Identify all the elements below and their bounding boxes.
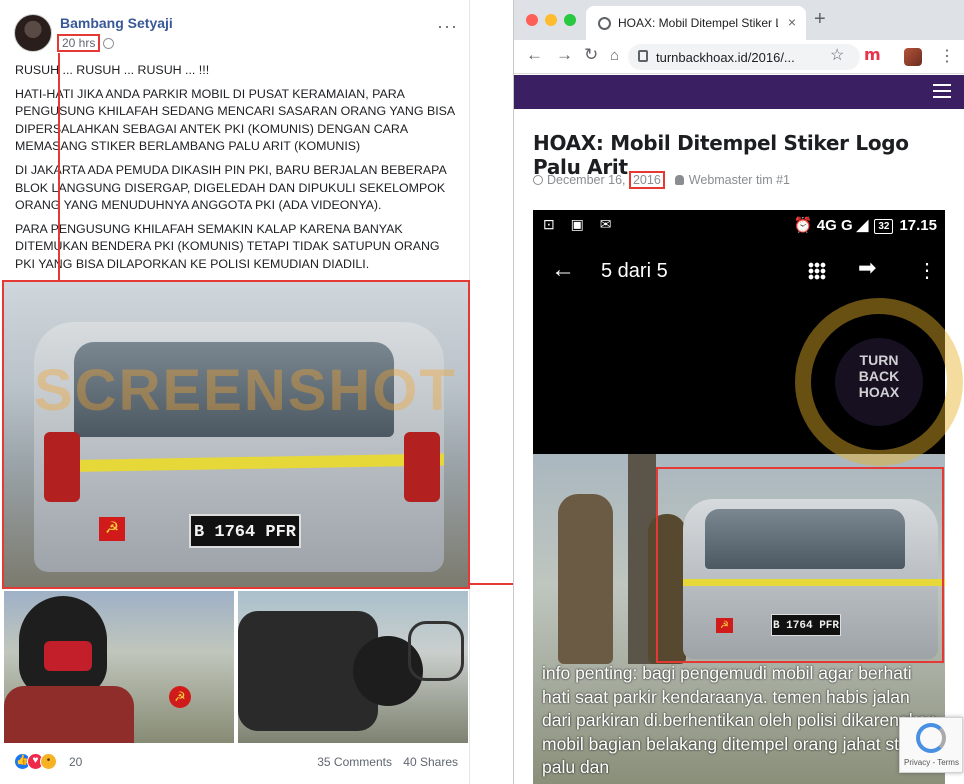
battery-icon: 32 — [874, 219, 894, 234]
post-paragraph: HATI-HATI JIKA ANDA PARKIR MOBIL DI PUSA… — [15, 86, 455, 154]
address-bar[interactable]: turnbackhoax.id/2016/... — [628, 44, 860, 70]
post-footer: 👍 ♥ • 20 35 Comments 40 Shares — [14, 752, 458, 774]
post-paragraph: PARA PENGUSUNG KHILAFAH SEMAKIN KALAP KA… — [15, 221, 440, 271]
lock-icon — [638, 50, 648, 62]
maximize-window-button[interactable] — [564, 14, 576, 26]
user-icon — [674, 175, 684, 185]
status-right: ⏰ 4G G ◢ 32 17.15 — [794, 216, 937, 234]
phone-caption: info penting: bagi pengemudi mobil agar … — [542, 663, 937, 777]
wow-reaction-icon[interactable]: • — [40, 753, 57, 770]
notification-icons: ⊡ ▣ ✉ — [543, 216, 618, 232]
hammer-sickle-pin-icon: ☭ — [169, 686, 191, 708]
close-tab-icon[interactable]: × — [788, 14, 796, 30]
article-year-highlight: 2016 — [628, 171, 665, 189]
post-text: RUSUH ... RUSUH ... RUSUH ... !!! HATI-H… — [15, 62, 460, 280]
post-paragraph: RUSUH ... RUSUH ... RUSUH ... !!! — [15, 63, 210, 77]
back-arrow-icon[interactable]: ← — [526, 45, 543, 65]
photo-highlight-frame — [2, 280, 470, 589]
gallery-counter: 5 dari 5 — [601, 260, 668, 282]
reload-icon[interactable]: ↻ — [584, 45, 598, 65]
network-status: ⏰ 4G G ◢ — [793, 217, 869, 234]
url-text[interactable]: turnbackhoax.id/2016/... — [656, 50, 795, 65]
connector-line-time — [58, 53, 60, 281]
shares-count[interactable]: 40 Shares — [403, 755, 458, 769]
forward-arrow-icon[interactable]: → — [556, 45, 573, 65]
article-date: December 16, — [547, 173, 629, 187]
home-icon[interactable]: ⌂ — [610, 47, 619, 64]
comments-count[interactable]: 35 Comments — [317, 755, 392, 769]
phone-photo-highlight-frame — [656, 467, 944, 663]
wall-graffiti — [408, 621, 464, 681]
globe-icon — [598, 17, 611, 30]
hamburger-menu-icon[interactable] — [933, 84, 951, 98]
post-header: Bambang Setyaji 20 hrs ··· — [14, 14, 464, 54]
recaptcha-links[interactable]: Privacy - Terms — [904, 758, 959, 767]
tab-turnbackhoax[interactable]: HOAX: Mobil Ditempel Stiker Lo × — [586, 6, 806, 40]
bookmark-star-icon[interactable]: ☆ — [830, 45, 844, 65]
post-stats: 35 Comments 40 Shares — [309, 755, 458, 769]
recaptcha-icon — [916, 723, 946, 753]
person-body — [4, 686, 134, 743]
phone-clock: 17.15 — [899, 217, 937, 234]
post-paragraph: DI JAKARTA ADA PEMUDA DIKASIH PIN PKI, B… — [15, 162, 447, 213]
new-tab-button[interactable]: + — [814, 8, 826, 31]
phone-status-bar: ⊡ ▣ ✉ ⏰ 4G G ◢ 32 17.15 — [533, 210, 945, 240]
police-officer — [558, 494, 613, 664]
timestamp-highlight: 20 hrs — [57, 34, 101, 52]
author-name[interactable]: Bambang Setyaji — [60, 15, 173, 31]
tab-bar: HOAX: Mobil Ditempel Stiker Lo × + — [514, 0, 964, 40]
more-options-icon[interactable]: ··· — [437, 16, 458, 37]
site-nav-bar — [514, 75, 964, 109]
share-arrow-icon: ➡ — [858, 255, 877, 280]
browser-toolbar: ← → ↻ ⌂ turnbackhoax.id/2016/... ☆ m ⋮ — [514, 40, 964, 74]
author-avatar[interactable] — [14, 14, 52, 52]
clock-icon — [533, 175, 543, 185]
globe-icon — [103, 38, 114, 49]
back-arrow-icon: ← — [551, 256, 575, 283]
profile-avatar[interactable] — [904, 48, 922, 66]
badge-text: TURN BACK HOAX — [858, 352, 900, 400]
face-mask — [44, 641, 92, 671]
article-author[interactable]: Webmaster tim #1 — [689, 173, 790, 187]
grid-icon — [808, 262, 826, 280]
post-timestamp[interactable]: 20 hrs — [62, 36, 95, 50]
gallery-app-bar: ← 5 dari 5 ➡ ⋮ — [533, 250, 945, 294]
extension-m-icon[interactable]: m — [864, 45, 881, 64]
reaction-count[interactable]: 20 — [69, 755, 82, 769]
post-photo-pin[interactable]: ☭ — [4, 591, 234, 743]
more-options-icon: ⋮ — [917, 260, 937, 282]
turnbackhoax-badge-watermark: TURN BACK HOAX — [795, 298, 963, 466]
article-meta: December 16, 2016 Webmaster tim #1 — [533, 171, 790, 189]
facebook-post: Bambang Setyaji 20 hrs ··· RUSUH ... RUS… — [0, 0, 470, 784]
minimize-window-button[interactable] — [545, 14, 557, 26]
browser-menu-icon[interactable]: ⋮ — [939, 46, 955, 66]
tab-title: HOAX: Mobil Ditempel Stiker Lo — [618, 16, 778, 30]
close-window-button[interactable] — [526, 14, 538, 26]
recaptcha-badge[interactable]: Privacy - Terms — [899, 717, 963, 773]
post-photo-crowd[interactable] — [238, 591, 468, 743]
